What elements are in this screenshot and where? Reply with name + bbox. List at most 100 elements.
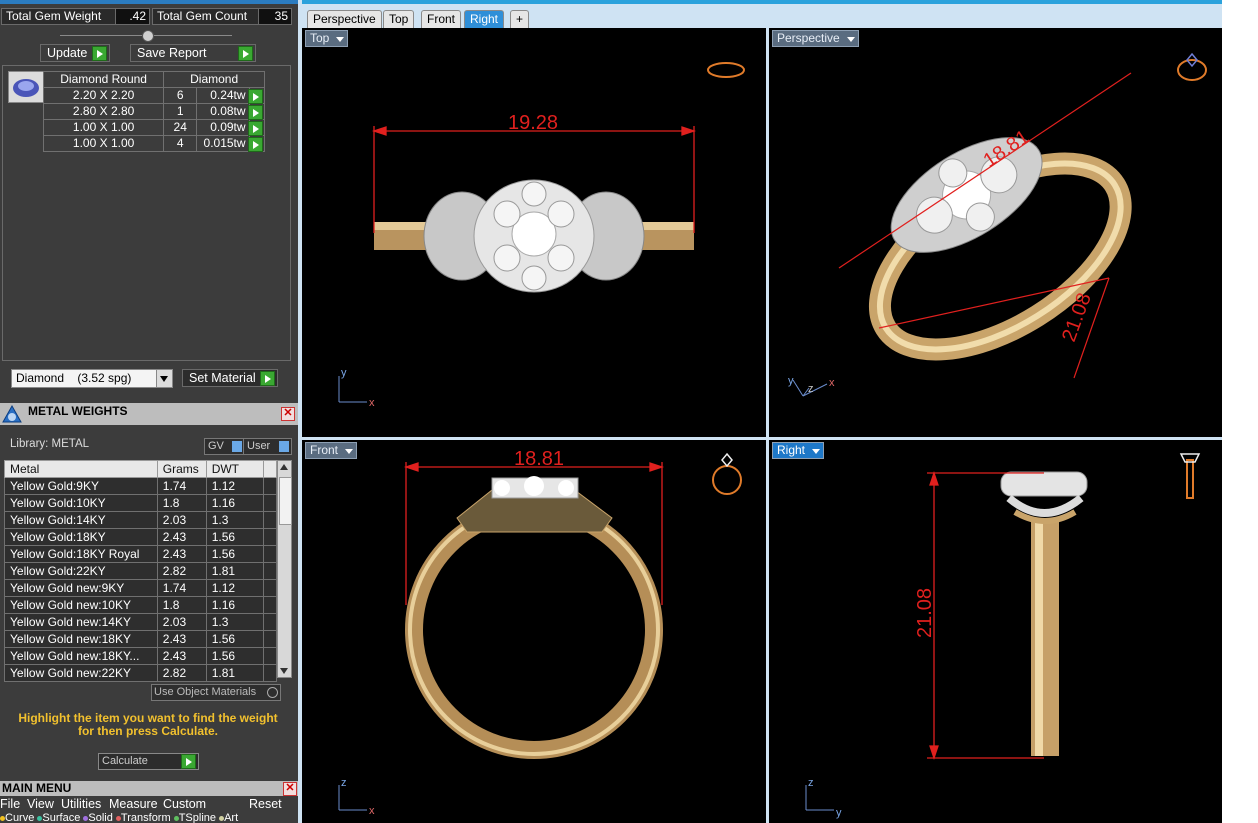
row-go-button[interactable]: [248, 135, 266, 152]
go-icon: [238, 46, 253, 61]
menu-measure[interactable]: Measure: [109, 797, 158, 811]
metal-col-header[interactable]: Metal: [4, 460, 158, 478]
scrollbar[interactable]: [277, 460, 292, 678]
dimension-right-label: 21.08: [914, 588, 936, 638]
viewport-perspective[interactable]: Perspective 18.81 21.08 y z x: [769, 28, 1222, 437]
go-icon: [248, 121, 263, 136]
metal-dwt: 1.16: [205, 596, 264, 614]
axis-z-label: z: [808, 383, 814, 395]
metal-grams: 2.03: [156, 613, 207, 631]
calculate-button[interactable]: Calculate: [98, 753, 199, 770]
metal-weights-icon: [2, 404, 22, 423]
dwt-col-header[interactable]: DWT: [205, 460, 264, 478]
metal-name: Yellow Gold new:18KY...: [4, 647, 158, 665]
table-row[interactable]: Yellow Gold new:14KY 2.03 1.3: [4, 613, 278, 631]
toolbar-tspline[interactable]: TSpline: [179, 813, 216, 823]
tab-top[interactable]: Top: [383, 10, 415, 28]
metal-name: Yellow Gold:22KY: [4, 562, 158, 580]
gv-toggle[interactable]: GV: [204, 438, 245, 455]
metal-dwt: 1.81: [205, 562, 264, 580]
use-object-materials-toggle[interactable]: Use Object Materials: [151, 684, 281, 701]
metal-grams: 2.82: [156, 562, 207, 580]
row-go-button[interactable]: [248, 119, 266, 136]
axis-y-label: y: [788, 375, 794, 387]
viewport-perspective-canvas: 18.81 21.08 y z x: [788, 52, 1207, 397]
axis-x-label: x: [829, 377, 835, 389]
save-report-button[interactable]: Save Report: [130, 44, 256, 62]
scrollbar-thumb[interactable]: [279, 477, 292, 525]
gem-size: 1.00 X 1.00: [42, 119, 165, 136]
metal-dwt: 1.12: [205, 579, 264, 597]
viewport-right[interactable]: Right 21.08 z y: [769, 440, 1222, 823]
menu-file[interactable]: File: [0, 797, 20, 811]
viewport-front[interactable]: Front 18.81 z x: [302, 440, 766, 823]
row-go-button[interactable]: [248, 87, 266, 104]
axis-z-label: z: [808, 777, 814, 789]
table-row[interactable]: Yellow Gold new:10KY 1.8 1.16: [4, 596, 278, 614]
row-go-button[interactable]: [248, 103, 266, 120]
grams-col-header[interactable]: Grams: [156, 460, 207, 478]
user-toggle[interactable]: User: [243, 438, 292, 455]
menu-utilities[interactable]: Utilities: [61, 797, 101, 811]
tab-right[interactable]: Right: [464, 10, 505, 28]
table-row[interactable]: Yellow Gold new:18KY... 2.43 1.56: [4, 647, 278, 665]
workspace-top-strip: [302, 0, 1222, 4]
toolbar-surface[interactable]: Surface: [42, 813, 80, 823]
table-row[interactable]: Yellow Gold:9KY 1.74 1.12: [4, 477, 278, 495]
gem-table: Diamond Round Diamond 2.20 X 2.20 6 0.24…: [42, 71, 266, 152]
viewport-top[interactable]: Top 19.28 y x: [302, 28, 766, 437]
metal-grams: 2.43: [156, 528, 207, 546]
menu-custom[interactable]: Custom: [163, 797, 206, 811]
table-row[interactable]: Yellow Gold new:9KY 1.74 1.12: [4, 579, 278, 597]
table-row[interactable]: Yellow Gold:22KY 2.82 1.81: [4, 562, 278, 580]
metal-dwt: 1.56: [205, 545, 264, 563]
table-row[interactable]: Yellow Gold:18KY 2.43 1.56: [4, 528, 278, 546]
preview-ring-icon: [712, 452, 742, 495]
metal-name: Yellow Gold new:14KY: [4, 613, 158, 631]
scroll-up-icon[interactable]: [280, 464, 288, 470]
row-spacer: [262, 647, 278, 665]
table-row[interactable]: Yellow Gold new:22KY 2.82 1.81: [4, 664, 278, 682]
row-spacer: [262, 664, 278, 682]
toolbar-solid[interactable]: Solid: [88, 813, 112, 823]
table-row[interactable]: 1.00 X 1.00 24 0.09tw: [42, 119, 266, 136]
table-row[interactable]: 2.20 X 2.20 6 0.24tw: [42, 87, 266, 104]
tab-front[interactable]: Front: [421, 10, 462, 28]
calculate-label: Calculate: [102, 755, 148, 767]
toolbar-curve[interactable]: Curve: [5, 813, 34, 823]
update-button[interactable]: Update: [40, 44, 110, 62]
save-report-label: Save Report: [137, 46, 207, 60]
diamond-thumbnail[interactable]: [8, 71, 44, 103]
axis-x-label: x: [369, 397, 375, 409]
table-row[interactable]: Yellow Gold:10KY 1.8 1.16: [4, 494, 278, 512]
toolbar-transform[interactable]: Transform: [121, 813, 171, 823]
table-row[interactable]: Yellow Gold:18KY Royal 2.43 1.56: [4, 545, 278, 563]
axis-z-label: z: [341, 777, 347, 789]
reset-button[interactable]: Reset: [249, 797, 282, 811]
add-tab-button[interactable]: +: [510, 10, 530, 28]
scroll-down-icon[interactable]: [280, 668, 288, 674]
gem-weight: 0.015tw: [196, 135, 250, 152]
gem-count: 4: [163, 135, 198, 152]
table-row[interactable]: 1.00 X 1.00 4 0.015tw: [42, 135, 266, 152]
menu-view[interactable]: View: [27, 797, 54, 811]
tab-perspective[interactable]: Perspective: [307, 10, 382, 28]
table-row[interactable]: Yellow Gold:14KY 2.03 1.3: [4, 511, 278, 529]
left-panel: Total Gem Weight .42 Total Gem Count 35 …: [0, 0, 298, 823]
gem-count: 6: [163, 87, 198, 104]
set-material-button[interactable]: Set Material: [182, 369, 278, 387]
table-row[interactable]: 2.80 X 2.80 1 0.08tw: [42, 103, 266, 120]
table-row[interactable]: Yellow Gold new:18KY 2.43 1.56: [4, 630, 278, 648]
tool-toolbar: Curve Surface Solid Transform TSpline Ar…: [0, 813, 298, 823]
close-icon[interactable]: ✕: [281, 407, 295, 421]
metal-name: Yellow Gold:18KY: [4, 528, 158, 546]
close-icon[interactable]: ✕: [283, 782, 297, 796]
toolbar-art[interactable]: Art: [224, 813, 238, 823]
metal-grams: 1.74: [156, 477, 207, 495]
gem-weight: 0.09tw: [196, 119, 250, 136]
metal-table: Metal Grams DWT Yellow Gold:9KY 1.74 1.12 Y…: [4, 460, 278, 682]
splitter-handle[interactable]: [142, 30, 154, 42]
metal-name: Yellow Gold:10KY: [4, 494, 158, 512]
gem-header-type: Diamond: [163, 71, 265, 88]
material-select[interactable]: Diamond (3.52 spg): [11, 369, 173, 388]
